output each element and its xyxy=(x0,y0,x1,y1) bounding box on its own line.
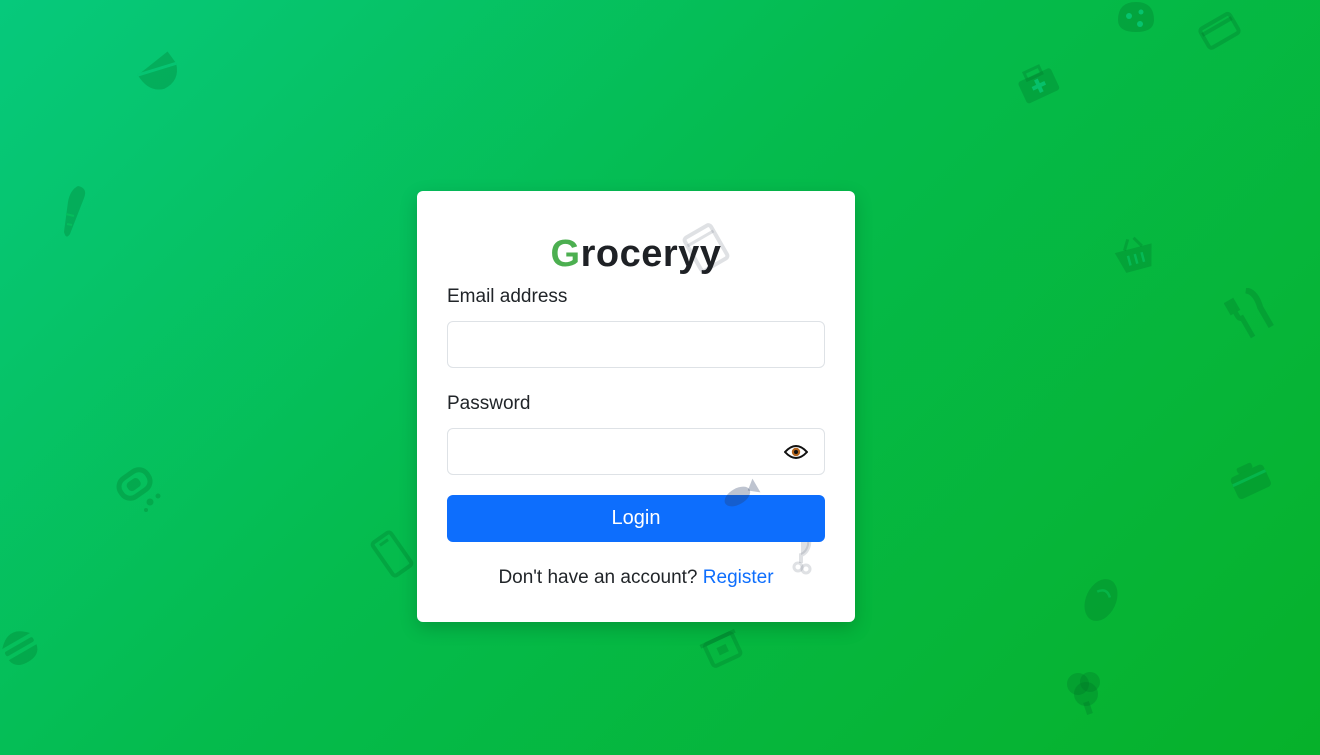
email-field-wrapper xyxy=(447,321,825,368)
login-page: { "brand": { "first_letter": "G", "rest"… xyxy=(0,0,1320,755)
brand-name-rest: roceryy xyxy=(580,233,722,275)
login-card: Groceryy Email address Password Login Do… xyxy=(417,191,855,622)
first-aid-kit-icon xyxy=(1012,60,1064,108)
brand-logo: Groceryy xyxy=(417,231,855,277)
show-password-toggle[interactable] xyxy=(783,441,809,463)
cheese-icon xyxy=(1114,0,1158,36)
fish-icon xyxy=(719,477,761,513)
soap-icon xyxy=(116,462,166,514)
cheese-wedge-icon xyxy=(134,48,182,96)
email-label: Email address xyxy=(447,286,568,307)
password-field-wrapper xyxy=(447,428,825,475)
shopping-basket-icon xyxy=(1112,234,1158,276)
wallet-icon xyxy=(1196,8,1242,52)
register-prompt: Don't have an account? Register xyxy=(417,567,855,589)
eye-icon xyxy=(783,445,809,459)
cutlery-icon xyxy=(1224,288,1274,340)
brand-first-letter: G xyxy=(550,233,581,275)
register-link[interactable]: Register xyxy=(703,567,774,588)
phone-icon xyxy=(370,528,414,580)
email-field[interactable] xyxy=(448,322,824,367)
burger-icon xyxy=(0,618,38,670)
broccoli-icon xyxy=(1062,668,1106,718)
password-label: Password xyxy=(447,393,531,414)
lunchbox-icon xyxy=(1226,458,1274,502)
lemon-icon xyxy=(1080,572,1122,628)
pot-icon xyxy=(696,622,746,670)
carrot-icon xyxy=(58,184,92,240)
register-prompt-text: Don't have an account? xyxy=(498,567,698,588)
password-field[interactable] xyxy=(448,429,824,474)
login-button[interactable]: Login xyxy=(447,495,825,542)
